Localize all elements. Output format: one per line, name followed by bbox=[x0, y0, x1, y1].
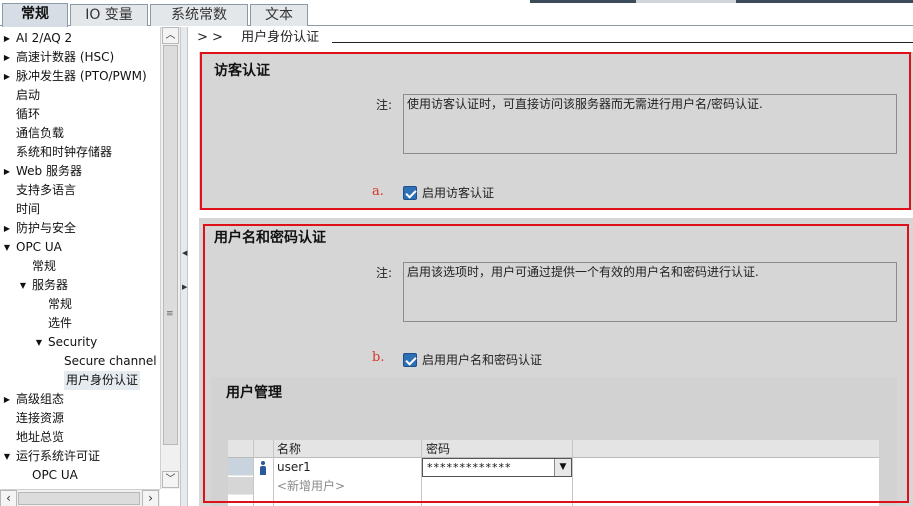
annotation-box-userpass bbox=[203, 224, 909, 503]
tree-item-label: 启动 bbox=[16, 88, 41, 102]
tree-item[interactable]: 地址总览 bbox=[0, 428, 160, 447]
tree-item[interactable]: ▶ 脉冲发生器 (PTO/PWM) bbox=[0, 67, 160, 86]
tree-item-label: OPC UA bbox=[32, 468, 78, 482]
tree-item[interactable]: 连接资源 bbox=[0, 409, 160, 428]
triangle-right-icon[interactable]: ▶ bbox=[2, 219, 12, 238]
triangle-down-icon[interactable]: ▼ bbox=[2, 447, 12, 466]
grip-icon: ≡ bbox=[166, 309, 174, 319]
triangle-down-icon[interactable]: ▼ bbox=[2, 238, 12, 257]
scroll-thumb[interactable] bbox=[163, 45, 178, 445]
tree-item-label: 高速计数器 (HSC) bbox=[16, 50, 115, 64]
tab-system-constants[interactable]: 系统常数 bbox=[150, 4, 248, 26]
tree-item[interactable]: ▶ 高速计数器 (HSC) bbox=[0, 48, 160, 67]
tab-texts[interactable]: 文本 bbox=[250, 4, 308, 26]
tree-item-label: 高级组态 bbox=[16, 392, 65, 406]
tree-item[interactable]: 系统和时钟存储器 bbox=[0, 143, 160, 162]
navigation-tree: ▶ AI 2/AQ 2 ▶ 高速计数器 (HSC) ▶ 脉冲发生器 (PTO/PWM) 启动… bbox=[0, 27, 160, 489]
tree-item[interactable]: OPC UA bbox=[0, 466, 160, 485]
expand-right-icon[interactable]: ▶ bbox=[182, 283, 187, 291]
hscroll-thumb[interactable] bbox=[18, 492, 140, 505]
breadcrumb-title: 用户身份认证 bbox=[241, 30, 320, 45]
tree-item[interactable]: ▶ 高级组态 bbox=[0, 390, 160, 409]
tree-vertical-scrollbar[interactable]: ︿ ≡ ﹀ bbox=[160, 27, 180, 489]
tree-item-label: Security bbox=[48, 335, 98, 349]
triangle-right-icon[interactable]: ▶ bbox=[2, 67, 12, 86]
scroll-left-button[interactable]: ‹ bbox=[0, 490, 17, 506]
tree-item-label: 地址总览 bbox=[16, 430, 65, 444]
tree-item-label: AI 2/AQ 2 bbox=[16, 31, 73, 45]
tree-item-label: OPC UA bbox=[16, 240, 62, 254]
breadcrumb-rule bbox=[332, 42, 913, 43]
tree-item[interactable]: ▶ 防护与安全 bbox=[0, 219, 160, 238]
tree-item-label: 支持多语言 bbox=[16, 183, 77, 197]
breadcrumb-arrows: > > bbox=[197, 30, 223, 45]
tree-item-label: 用户身份认证 bbox=[64, 371, 141, 390]
tree-item[interactable]: 常规 bbox=[0, 257, 160, 276]
tree-item[interactable]: 支持多语言 bbox=[0, 181, 160, 200]
collapse-left-icon[interactable]: ◀ bbox=[182, 249, 187, 257]
triangle-down-icon[interactable]: ▼ bbox=[18, 276, 28, 295]
tree-item-label: 时间 bbox=[16, 202, 41, 216]
tree-item-label: 运行系统许可证 bbox=[16, 449, 101, 463]
pane-splitter[interactable]: ◀ ▶ bbox=[180, 27, 188, 506]
tree-item[interactable]: 用户身份认证 bbox=[0, 371, 160, 390]
tree-item[interactable]: 常规 bbox=[0, 295, 160, 314]
tree-item[interactable]: ▼ OPC UA bbox=[0, 238, 160, 257]
tree-item[interactable]: 启动 bbox=[0, 86, 160, 105]
triangle-down-icon[interactable]: ▼ bbox=[34, 333, 44, 352]
tree-item[interactable]: 通信负载 bbox=[0, 124, 160, 143]
tree-item[interactable]: ▼ 运行系统许可证 bbox=[0, 447, 160, 466]
tree-item-label: 脉冲发生器 (PTO/PWM) bbox=[16, 69, 147, 83]
tree-item[interactable]: 选件 bbox=[0, 314, 160, 333]
window-top-line bbox=[530, 0, 913, 3]
annotation-box-guest bbox=[200, 52, 911, 210]
scroll-right-button[interactable]: › bbox=[142, 490, 159, 506]
tree-item[interactable]: ▼ Security bbox=[0, 333, 160, 352]
tree-item[interactable]: ▶ AI 2/AQ 2 bbox=[0, 29, 160, 48]
tree-item[interactable]: 循环 bbox=[0, 105, 160, 124]
tree-horizontal-scrollbar[interactable]: ‹ › bbox=[0, 489, 160, 506]
tree-item-label: Web 服务器 bbox=[16, 164, 82, 178]
tree-item-label: 系统和时钟存储器 bbox=[16, 145, 113, 159]
tab-io-tags[interactable]: IO 变量 bbox=[70, 4, 148, 26]
tree-item-label: 常规 bbox=[48, 297, 73, 311]
triangle-right-icon[interactable]: ▶ bbox=[2, 390, 12, 409]
tree-item[interactable]: ▼ 服务器 bbox=[0, 276, 160, 295]
tree-item-label: 防护与安全 bbox=[16, 221, 77, 235]
tree-item[interactable]: Secure channel bbox=[0, 352, 160, 371]
tab-bar: 常规 IO 变量 系统常数 文本 bbox=[0, 0, 913, 27]
tree-item-label: 服务器 bbox=[32, 278, 69, 292]
triangle-right-icon[interactable]: ▶ bbox=[2, 29, 12, 48]
navigation-sidebar: ▶ AI 2/AQ 2 ▶ 高速计数器 (HSC) ▶ 脉冲发生器 (PTO/PWM) 启动… bbox=[0, 27, 180, 506]
tree-item[interactable]: ▶ Web 服务器 bbox=[0, 162, 160, 181]
breadcrumb: > > 用户身份认证 bbox=[197, 29, 319, 47]
tree-item[interactable]: 时间 bbox=[0, 200, 160, 219]
triangle-right-icon[interactable]: ▶ bbox=[2, 48, 12, 67]
tree-item-label: Secure channel bbox=[64, 354, 157, 368]
tree-item-label: 循环 bbox=[16, 107, 41, 121]
scroll-up-button[interactable]: ︿ bbox=[162, 27, 179, 44]
triangle-right-icon[interactable]: ▶ bbox=[2, 162, 12, 181]
tree-item-label: 通信负载 bbox=[16, 126, 65, 140]
tree-item-label: 连接资源 bbox=[16, 411, 65, 425]
tree-item-label: 选件 bbox=[48, 316, 73, 330]
tab-general[interactable]: 常规 bbox=[2, 3, 68, 27]
tree-item-label: 常规 bbox=[32, 259, 57, 273]
scroll-down-button[interactable]: ﹀ bbox=[162, 471, 179, 488]
